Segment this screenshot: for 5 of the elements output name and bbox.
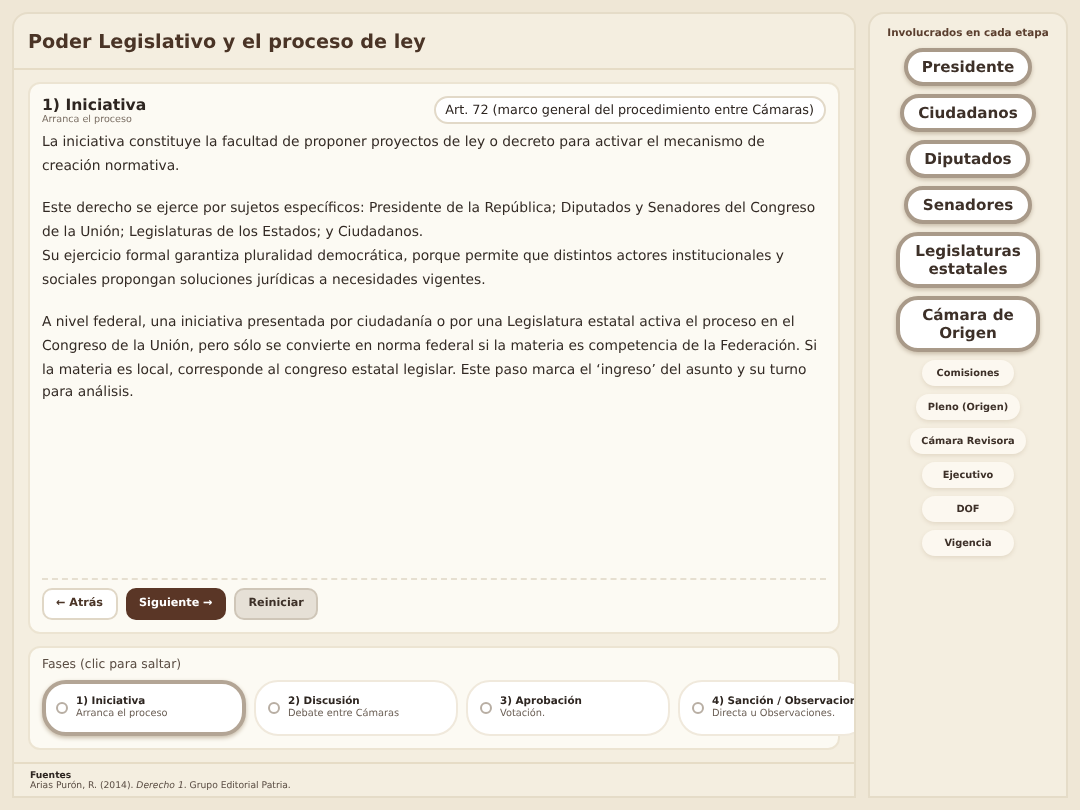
page-title: Poder Legislativo y el proceso de ley (28, 32, 428, 54)
radio-icon (480, 702, 492, 714)
radio-icon (692, 702, 704, 714)
radio-icon (268, 702, 280, 714)
radio-icon (56, 702, 68, 714)
